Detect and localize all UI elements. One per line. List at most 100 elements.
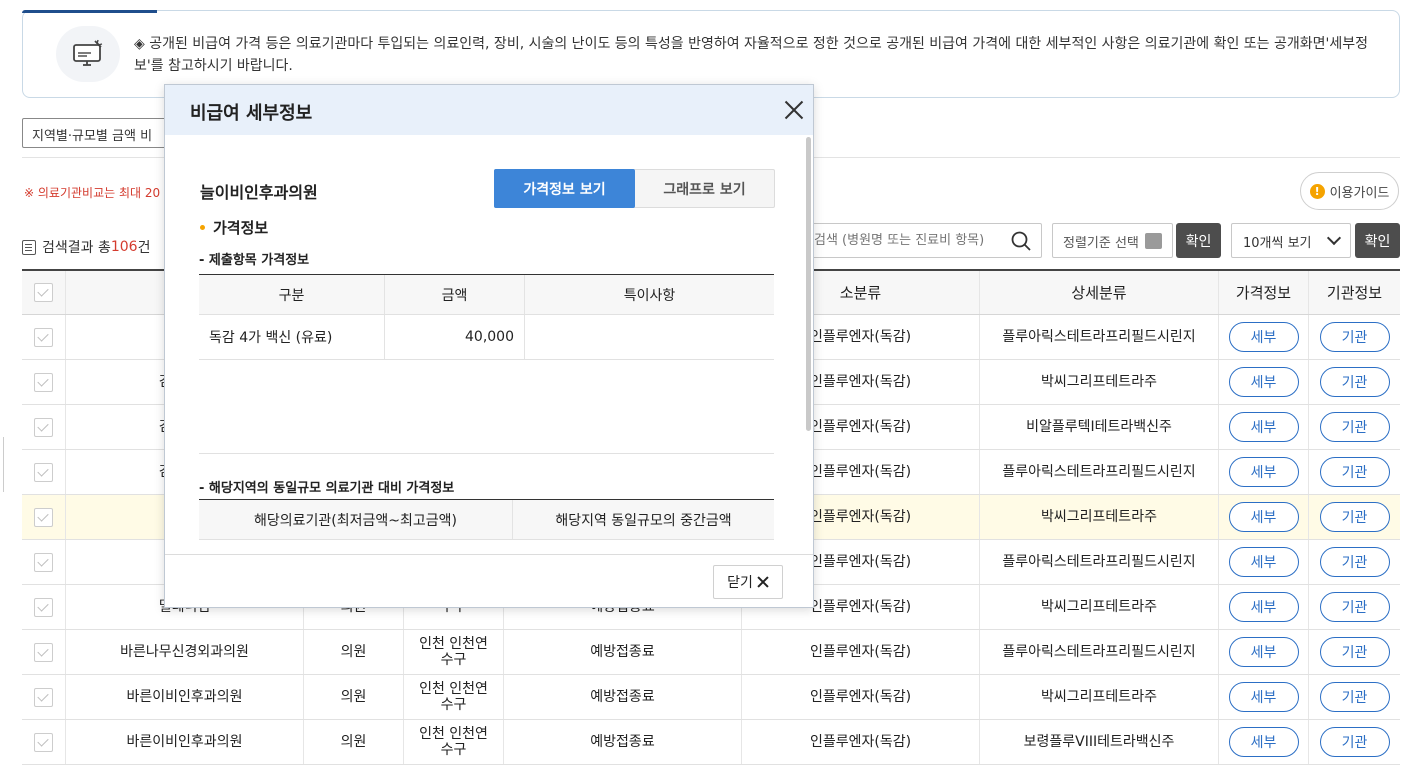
detail-button[interactable]: 세부 bbox=[1228, 727, 1299, 757]
cell-region: 인천 인천연수구 bbox=[404, 720, 504, 764]
institution-button[interactable]: 기관 bbox=[1319, 547, 1390, 577]
checkbox-cell bbox=[22, 630, 66, 674]
section-title: 가격정보 bbox=[200, 217, 268, 238]
row-checkbox[interactable] bbox=[34, 597, 53, 617]
result-number: 106 bbox=[110, 239, 138, 255]
sort-confirm-button[interactable]: 확인 bbox=[1176, 223, 1221, 258]
result-count: 검색결과 총 106 건 bbox=[22, 237, 150, 257]
list-icon bbox=[1145, 233, 1162, 249]
detail-button[interactable]: 세부 bbox=[1228, 322, 1299, 352]
institution-info-cell: 기관 bbox=[1309, 450, 1400, 494]
modal-footer-divider bbox=[165, 554, 813, 555]
detail-button[interactable]: 세부 bbox=[1228, 457, 1299, 487]
price-info-cell: 세부 bbox=[1219, 540, 1309, 584]
detail-button[interactable]: 세부 bbox=[1228, 637, 1299, 667]
cell-small: 인플루엔자(독감) bbox=[742, 630, 980, 674]
detail-button[interactable]: 세부 bbox=[1228, 502, 1299, 532]
table-row: 바른나무신경외과의원 의원 인천 인천연수구 예방접종료 인플루엔자(독감) 플루아릭스테… bbox=[22, 630, 1400, 675]
row-checkbox[interactable] bbox=[34, 507, 53, 527]
institution-button[interactable]: 기관 bbox=[1319, 412, 1390, 442]
row-checkbox[interactable] bbox=[34, 687, 53, 707]
chevron-down-icon bbox=[1326, 230, 1342, 246]
cell-detail: 비알플루텍I테트라백신주 bbox=[980, 405, 1219, 449]
header-price: 가격정보 bbox=[1219, 271, 1309, 314]
table-row: 독감 4가 백신 (유료) 40,000 bbox=[199, 315, 774, 360]
item-name: 독감 4가 백신 (유료) bbox=[199, 315, 385, 359]
regional-price-subtitle: - 해당지역의 동일규모 의료기관 대비 가격정보 bbox=[199, 481, 455, 496]
page-size-confirm-button[interactable]: 확인 bbox=[1355, 223, 1400, 258]
detail-modal: 비급여 세부정보 늘이비인후과의원 가격정보 보기 그래프로 보기 가격정보 -… bbox=[164, 84, 814, 608]
row-checkbox[interactable] bbox=[34, 642, 53, 662]
price-info-cell: 세부 bbox=[1219, 585, 1309, 629]
cell-category: 예방접종료 bbox=[504, 675, 742, 719]
cell-category: 예방접종료 bbox=[504, 720, 742, 764]
header-amount: 금액 bbox=[385, 275, 525, 314]
header-detail: 상세분류 bbox=[980, 271, 1219, 314]
result-suffix: 건 bbox=[137, 240, 151, 256]
sort-select[interactable]: 정렬기준 선택 bbox=[1052, 223, 1173, 258]
select-all-checkbox[interactable] bbox=[34, 283, 53, 302]
detail-button[interactable]: 세부 bbox=[1228, 547, 1299, 577]
header-range: 해당의료기관(최저금액~최고금액) bbox=[199, 500, 513, 539]
checkbox-cell bbox=[22, 315, 66, 359]
tab-graph[interactable]: 그래프로 보기 bbox=[635, 170, 774, 207]
row-checkbox[interactable] bbox=[34, 462, 53, 482]
search-input[interactable] bbox=[806, 224, 996, 257]
cell-detail: 플루아릭스테트라프리필드시린지 bbox=[980, 630, 1219, 674]
institution-button[interactable]: 기관 bbox=[1319, 727, 1390, 757]
close-button-label: 닫기 bbox=[727, 575, 753, 591]
detail-button[interactable]: 세부 bbox=[1228, 367, 1299, 397]
institution-button[interactable]: 기관 bbox=[1319, 682, 1390, 712]
cell-detail: 박씨그리프테트라주 bbox=[980, 360, 1219, 404]
cell-region: 인천 인천연수구 bbox=[404, 675, 504, 719]
cell-type: 의원 bbox=[304, 720, 404, 764]
cell-name: 바른나무신경외과의원 bbox=[66, 630, 304, 674]
checkbox-cell bbox=[22, 405, 66, 449]
detail-button[interactable]: 세부 bbox=[1228, 682, 1299, 712]
institution-button[interactable]: 기관 bbox=[1319, 502, 1390, 532]
institution-button[interactable]: 기관 bbox=[1319, 592, 1390, 622]
institution-button[interactable]: 기관 bbox=[1319, 322, 1390, 352]
submitted-price-subtitle: - 제출항목 가격정보 bbox=[199, 253, 310, 268]
price-info-cell: 세부 bbox=[1219, 720, 1309, 764]
price-info-cell: 세부 bbox=[1219, 405, 1309, 449]
modal-scrollbar[interactable] bbox=[806, 137, 811, 431]
institution-info-cell: 기관 bbox=[1309, 585, 1400, 629]
institution-button[interactable]: 기관 bbox=[1319, 637, 1390, 667]
page-size-select[interactable]: 10개씩 보기 bbox=[1231, 223, 1351, 258]
divider bbox=[199, 453, 774, 454]
cell-detail: 보령플루VIII테트라백신주 bbox=[980, 720, 1219, 764]
cell-detail: 플루아릭스테트라프리필드시린지 bbox=[980, 540, 1219, 584]
header-category: 구분 bbox=[199, 275, 385, 314]
row-checkbox[interactable] bbox=[34, 417, 53, 437]
bullet-icon bbox=[200, 225, 205, 230]
institution-button[interactable]: 기관 bbox=[1319, 367, 1390, 397]
info-icon: ! bbox=[1309, 183, 1325, 199]
row-checkbox[interactable] bbox=[34, 327, 53, 347]
tab-price-info[interactable]: 가격정보 보기 bbox=[494, 169, 635, 208]
price-info-cell: 세부 bbox=[1219, 630, 1309, 674]
detail-button[interactable]: 세부 bbox=[1228, 412, 1299, 442]
institution-button[interactable]: 기관 bbox=[1319, 457, 1390, 487]
row-checkbox[interactable] bbox=[34, 732, 53, 752]
detail-button[interactable]: 세부 bbox=[1228, 592, 1299, 622]
cell-detail: 박씨그리프테트라주 bbox=[980, 495, 1219, 539]
list-doc-icon bbox=[22, 239, 36, 255]
checkbox-cell bbox=[22, 585, 66, 629]
row-checkbox[interactable] bbox=[34, 552, 53, 572]
close-button[interactable]: 닫기 bbox=[713, 565, 783, 599]
view-tabs: 가격정보 보기 그래프로 보기 bbox=[494, 169, 775, 208]
cell-name: 바른이비인후과의원 bbox=[66, 675, 304, 719]
table-header-row: 해당의료기관(최저금액~최고금액) 해당지역 동일규모의 중간금액 bbox=[199, 500, 774, 540]
region-scale-select[interactable]: 지역별·규모별 금액 비 bbox=[22, 118, 182, 148]
page-size-label: 10개씩 보기 bbox=[1243, 236, 1312, 251]
header-note: 특이사항 bbox=[623, 287, 676, 304]
usage-guide-button[interactable]: ! 이용가이드 bbox=[1300, 172, 1399, 210]
search-icon[interactable] bbox=[1011, 231, 1031, 251]
price-info-cell: 세부 bbox=[1219, 360, 1309, 404]
table-row: 바른이비인후과의원 의원 인천 인천연수구 예방접종료 인플루엔자(독감) 박씨그리프테트… bbox=[22, 675, 1400, 720]
row-checkbox[interactable] bbox=[34, 372, 53, 392]
close-icon[interactable] bbox=[783, 99, 805, 121]
cell-small: 인플루엔자(독감) bbox=[742, 720, 980, 764]
item-amount: 40,000 bbox=[385, 315, 525, 359]
